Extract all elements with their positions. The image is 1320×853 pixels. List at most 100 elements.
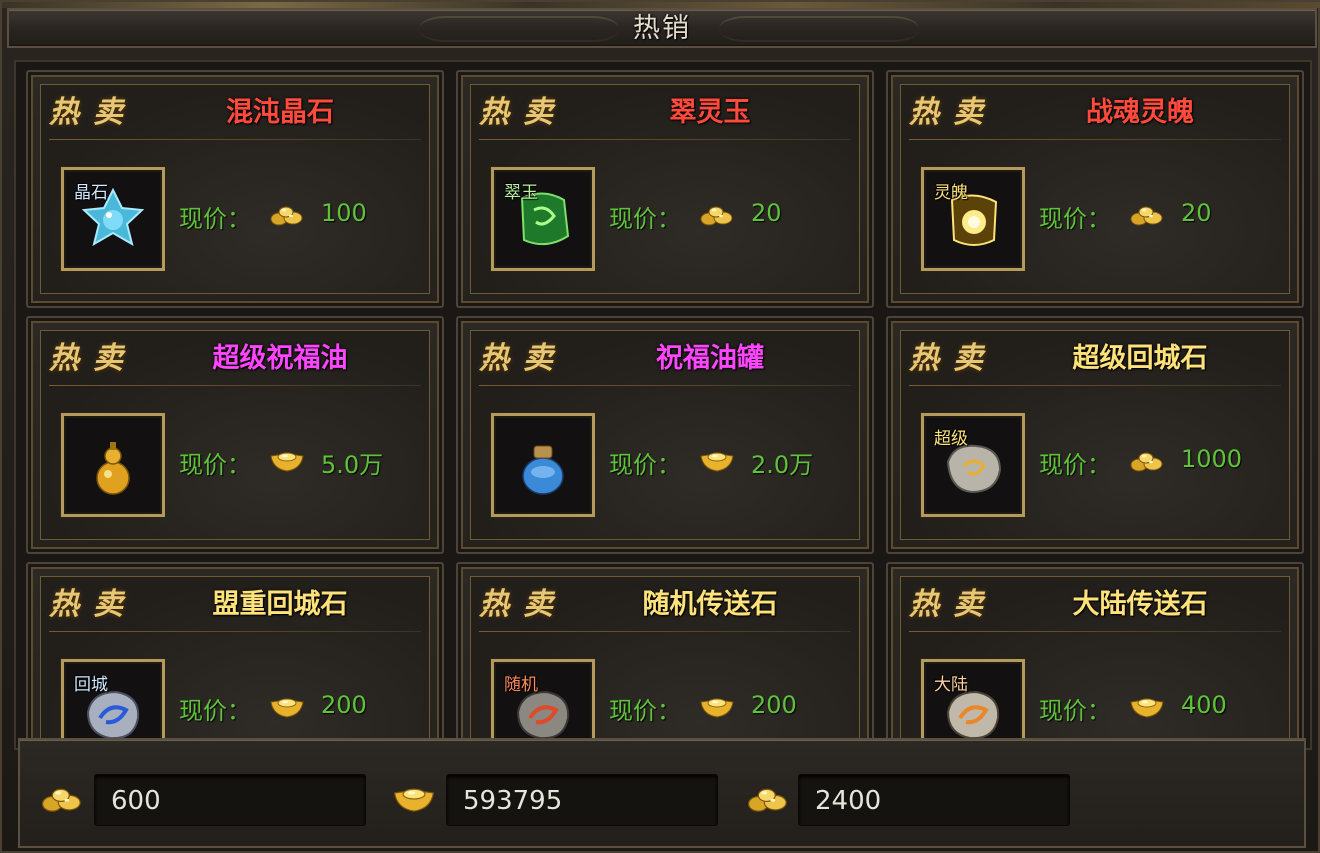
hot-items-grid[interactable]: 热卖 混沌晶石 晶石 现价： 100 热卖 翠灵玉 翠玉 现价： 20 热卖 战魂灵魄 灵魄 现价： 20 热… [14, 60, 1312, 750]
hot-sale-label: 热卖 [479, 95, 567, 130]
currency-balance-field: 2400 [798, 774, 1070, 826]
currency-bar: 600 593795 2400 [18, 738, 1306, 848]
shop-item-card[interactable]: 热卖 混沌晶石晶石现价： 100 [26, 70, 444, 308]
shop-item-card[interactable]: 热卖 超级回城石超级现价： 1000 [886, 316, 1304, 554]
card-inner: 热卖 随机传送石随机现价： 200 [470, 576, 860, 748]
item-name: 超级祝福油 [212, 343, 348, 374]
divider [49, 631, 421, 632]
shop-window: 热销 热卖 混沌晶石 晶石 现价： 100 热卖 翠灵玉 翠玉 现价： 20 热卖 战魂灵魄 灵魄 现价：… [0, 0, 1320, 853]
card-inner: 热卖 翠灵玉 翠玉 现价： 20 [470, 84, 860, 294]
item-slot[interactable] [491, 413, 595, 517]
currency-balance-value: 600 [111, 786, 161, 816]
divider [49, 139, 421, 140]
price-label: 现价： [1039, 451, 1111, 479]
hot-sale-label: 热卖 [479, 341, 567, 376]
shop-item-card[interactable]: 热卖 随机传送石随机现价： 200 [456, 562, 874, 748]
price-label: 现价： [1039, 205, 1111, 233]
hot-sale-label: 热卖 [49, 95, 137, 130]
hot-sale-label: 热卖 [909, 341, 997, 376]
hot-sale-label: 热卖 [909, 95, 997, 130]
item-slot[interactable]: 大陆 [921, 659, 1025, 748]
hot-sale-label: 热卖 [49, 341, 137, 376]
currency-balance-field: 600 [94, 774, 366, 826]
window-title: 热销 [633, 13, 691, 44]
shop-item-card[interactable]: 热卖 大陆传送石大陆现价： 400 [886, 562, 1304, 748]
item-tag: 灵魄 [934, 183, 968, 203]
item-slot[interactable]: 翠玉 [491, 167, 595, 271]
price-label: 现价： [179, 205, 251, 233]
currency-balance-field: 593795 [446, 774, 718, 826]
price-value: 400 [1181, 691, 1227, 719]
shop-item-card[interactable]: 热卖 战魂灵魄灵魄现价： 20 [886, 70, 1304, 308]
price-value: 5.0万 [321, 451, 384, 479]
gold-ingot-icon [269, 447, 305, 475]
item-name: 战魂灵魄 [1086, 97, 1194, 128]
card-inner: 热卖 超级祝福油现价： 5.0万 [40, 330, 430, 540]
price-value: 200 [751, 691, 797, 719]
price-label: 现价： [609, 205, 681, 233]
item-name: 随机传送石 [642, 589, 778, 620]
divider [909, 139, 1281, 140]
gold-ingot-icon [699, 447, 735, 475]
gold-nugget-icon [269, 201, 305, 229]
item-tag: 翠玉 [504, 183, 538, 203]
hot-sale-label: 热卖 [49, 587, 137, 622]
divider [479, 385, 851, 386]
item-tag: 回城 [74, 675, 108, 695]
title-bar: 热销 [7, 8, 1317, 48]
item-icon [64, 416, 162, 514]
card-inner: 热卖 大陆传送石大陆现价： 400 [900, 576, 1290, 748]
price-label: 现价： [179, 451, 251, 479]
item-name: 大陆传送石 [1072, 589, 1208, 620]
item-name: 混沌晶石 [226, 97, 334, 128]
card-inner: 热卖 混沌晶石晶石现价： 100 [40, 84, 430, 294]
item-tag: 超级 [934, 429, 968, 449]
item-slot[interactable] [61, 413, 165, 517]
shop-item-card[interactable]: 热卖 盟重回城石 回城 现价： 200 [26, 562, 444, 748]
currency-balance-value: 593795 [463, 786, 563, 816]
card-inner: 热卖 祝福油罐 现价： 2.0万 [470, 330, 860, 540]
currency-balance-value: 2400 [815, 786, 882, 816]
divider [479, 631, 851, 632]
gold-ingot-icon [269, 693, 305, 721]
item-tag: 大陆 [934, 675, 968, 695]
divider [909, 631, 1281, 632]
shop-item-card[interactable]: 热卖 祝福油罐 现价： 2.0万 [456, 316, 874, 554]
item-icon [494, 416, 592, 514]
price-value: 20 [751, 199, 782, 227]
item-name: 盟重回城石 [212, 589, 348, 620]
hot-sale-label: 热卖 [909, 587, 997, 622]
item-slot[interactable]: 随机 [491, 659, 595, 748]
gold-ingot-icon [699, 693, 735, 721]
gold-nugget-icon [1129, 447, 1165, 475]
price-label: 现价： [609, 451, 681, 479]
item-name: 超级回城石 [1072, 343, 1208, 374]
gold-nugget-icon [1129, 201, 1165, 229]
divider [479, 139, 851, 140]
gold-nugget-icon [40, 782, 84, 816]
card-inner: 热卖 超级回城石超级现价： 1000 [900, 330, 1290, 540]
item-slot[interactable]: 晶石 [61, 167, 165, 271]
price-label: 现价： [179, 697, 251, 725]
item-tag: 晶石 [74, 183, 108, 203]
price-value: 100 [321, 199, 367, 227]
price-label: 现价： [609, 697, 681, 725]
hot-sale-label: 热卖 [479, 587, 567, 622]
item-name: 祝福油罐 [656, 343, 764, 374]
item-tag: 随机 [504, 675, 538, 695]
price-value: 1000 [1181, 445, 1243, 473]
item-slot[interactable]: 超级 [921, 413, 1025, 517]
shop-item-card[interactable]: 热卖 翠灵玉 翠玉 现价： 20 [456, 70, 874, 308]
card-inner: 热卖 盟重回城石 回城 现价： 200 [40, 576, 430, 748]
item-slot[interactable]: 灵魄 [921, 167, 1025, 271]
gold-ingot-icon [392, 782, 436, 816]
divider [49, 385, 421, 386]
card-inner: 热卖 战魂灵魄灵魄现价： 20 [900, 84, 1290, 294]
price-value: 20 [1181, 199, 1212, 227]
gold-nugget-icon [699, 201, 735, 229]
gold-ingot-icon [1129, 693, 1165, 721]
gold-nugget-icon [746, 782, 790, 816]
price-label: 现价： [1039, 697, 1111, 725]
shop-item-card[interactable]: 热卖 超级祝福油现价： 5.0万 [26, 316, 444, 554]
item-slot[interactable]: 回城 [61, 659, 165, 748]
